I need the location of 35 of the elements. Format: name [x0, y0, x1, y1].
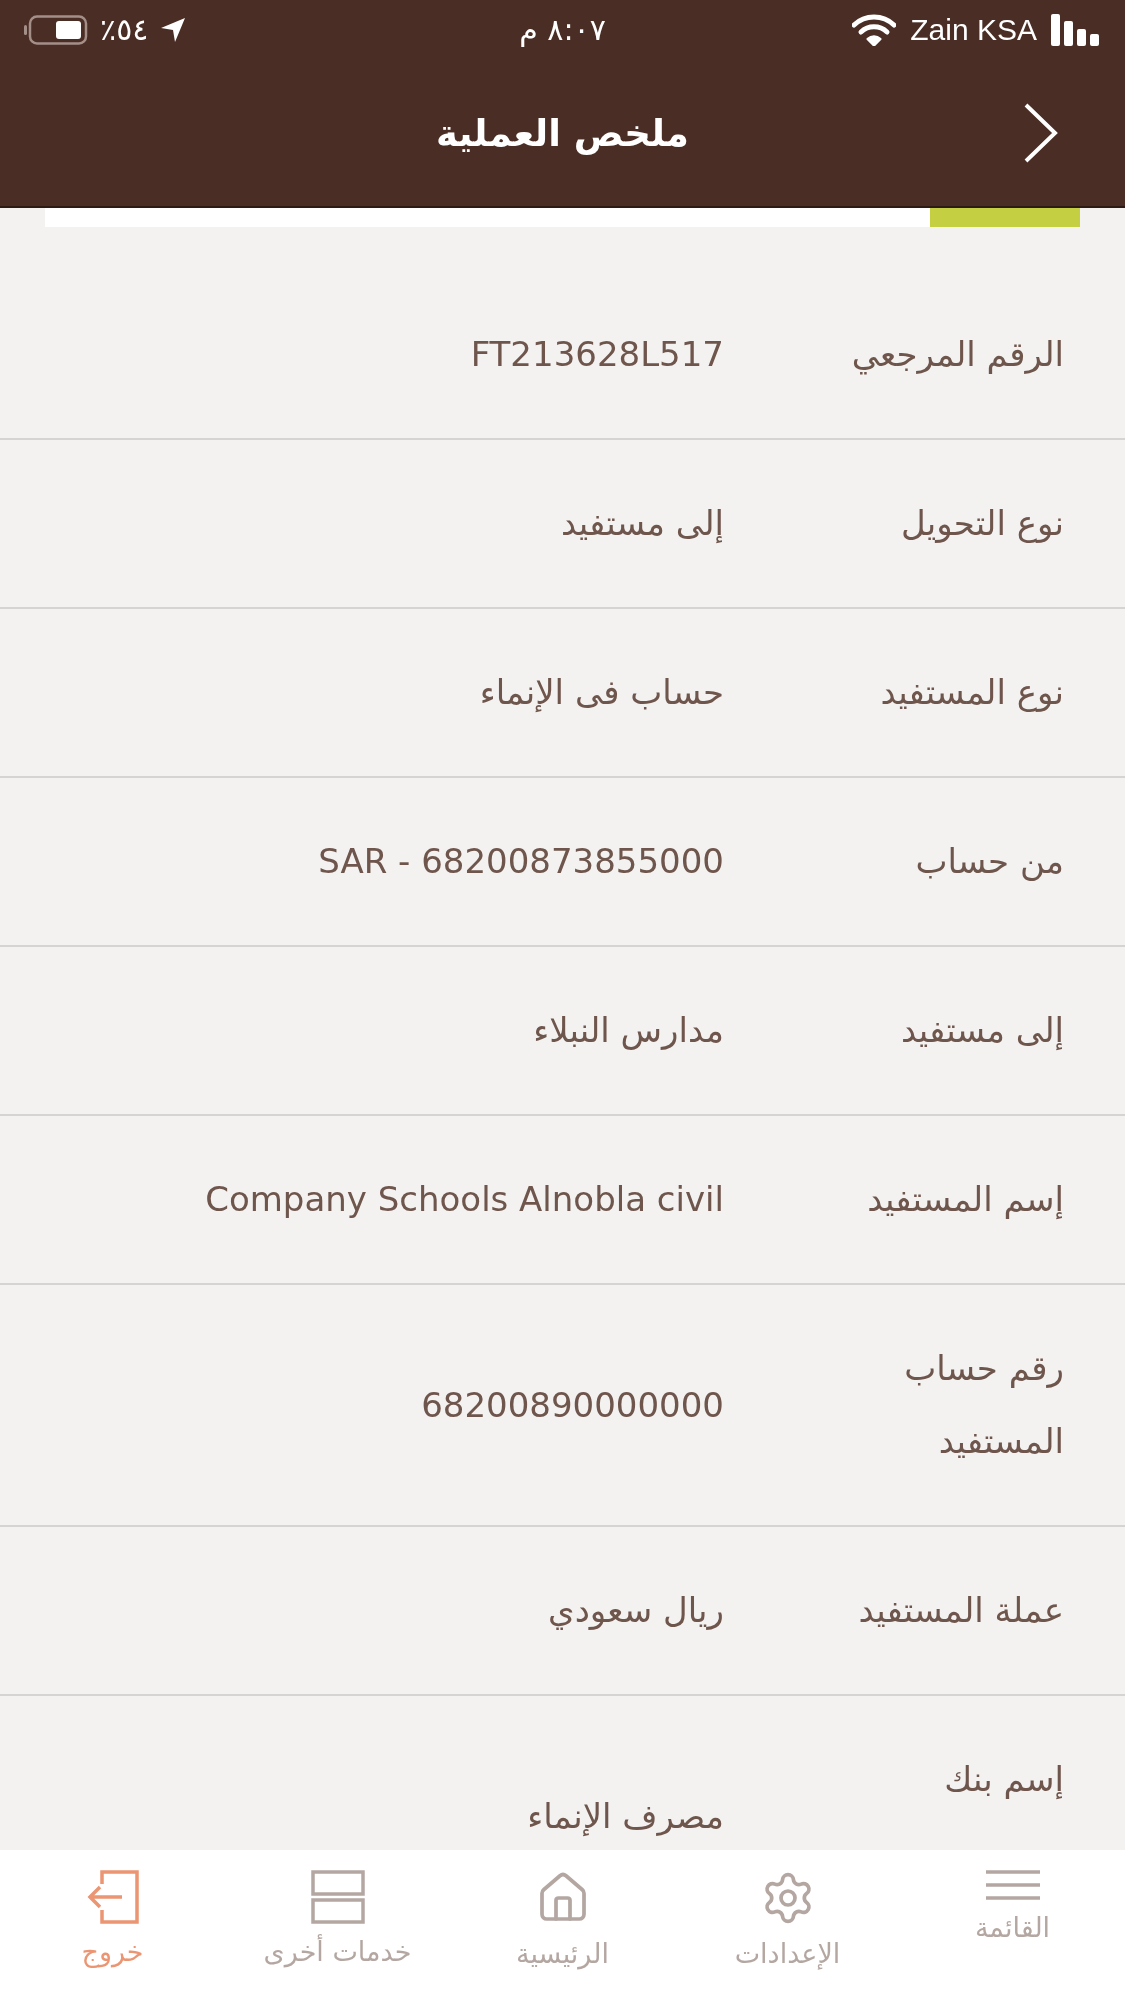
- detail-value: 68200890000000: [420, 1383, 724, 1427]
- chevron-right-icon: [1023, 102, 1059, 164]
- tab-bar-item[interactable]: الإعدادات: [734, 1850, 841, 1969]
- wifi-icon: [852, 14, 897, 46]
- tab-bar-item[interactable]: القائمة: [974, 1850, 1051, 1943]
- stacked-rectangles-icon: [310, 1870, 365, 1924]
- detail-value: إلى مستفيد: [559, 502, 724, 545]
- signal-icon: [1051, 14, 1101, 46]
- detail-value: SAR - 68200873855000: [317, 840, 724, 883]
- location-arrow-icon: [160, 17, 187, 43]
- detail-label: نوع المستفيد: [879, 671, 1064, 714]
- detail-label: نوع التحويل: [900, 502, 1064, 545]
- detail-label: عملة المستفيد: [857, 1589, 1064, 1632]
- detail-value: ريال سعودي: [547, 1589, 724, 1632]
- status-time: ٨:٠٧ م: [519, 15, 606, 45]
- battery-icon: [24, 15, 88, 45]
- detail-label: إسم بنك: [943, 1758, 1064, 1801]
- menu-icon: [984, 1870, 1041, 1900]
- detail-value: مصرف الإنماء: [526, 1794, 724, 1838]
- detail-value: FT213628L517: [469, 333, 724, 376]
- detail-label: الرقم المرجعي: [850, 333, 1064, 377]
- screen-title: ملخص العملية: [436, 111, 689, 155]
- tab-bar-item[interactable]: خروج: [81, 1850, 144, 1967]
- carrier-name: Zain KSA: [910, 15, 1037, 45]
- detail-value: حساب فى الإنماء: [478, 671, 724, 714]
- detail-value: Company Schools Alnobla civil: [204, 1178, 724, 1221]
- tab-bar-item[interactable]: الرئيسية: [516, 1850, 609, 1969]
- detail-label: إسم المستفيد: [866, 1178, 1064, 1221]
- battery-percentage: ٥٤٪: [100, 15, 149, 45]
- exit-icon: [85, 1870, 140, 1924]
- detail-value: مدارس النبلاء: [532, 1009, 724, 1052]
- detail-label: رقم حساب المستفيد: [903, 1347, 1064, 1463]
- tab-bar-item[interactable]: خدمات أخرى: [263, 1850, 412, 1967]
- detail-label: إلى مستفيد: [899, 1009, 1064, 1052]
- detail-label: من حساب: [914, 840, 1064, 883]
